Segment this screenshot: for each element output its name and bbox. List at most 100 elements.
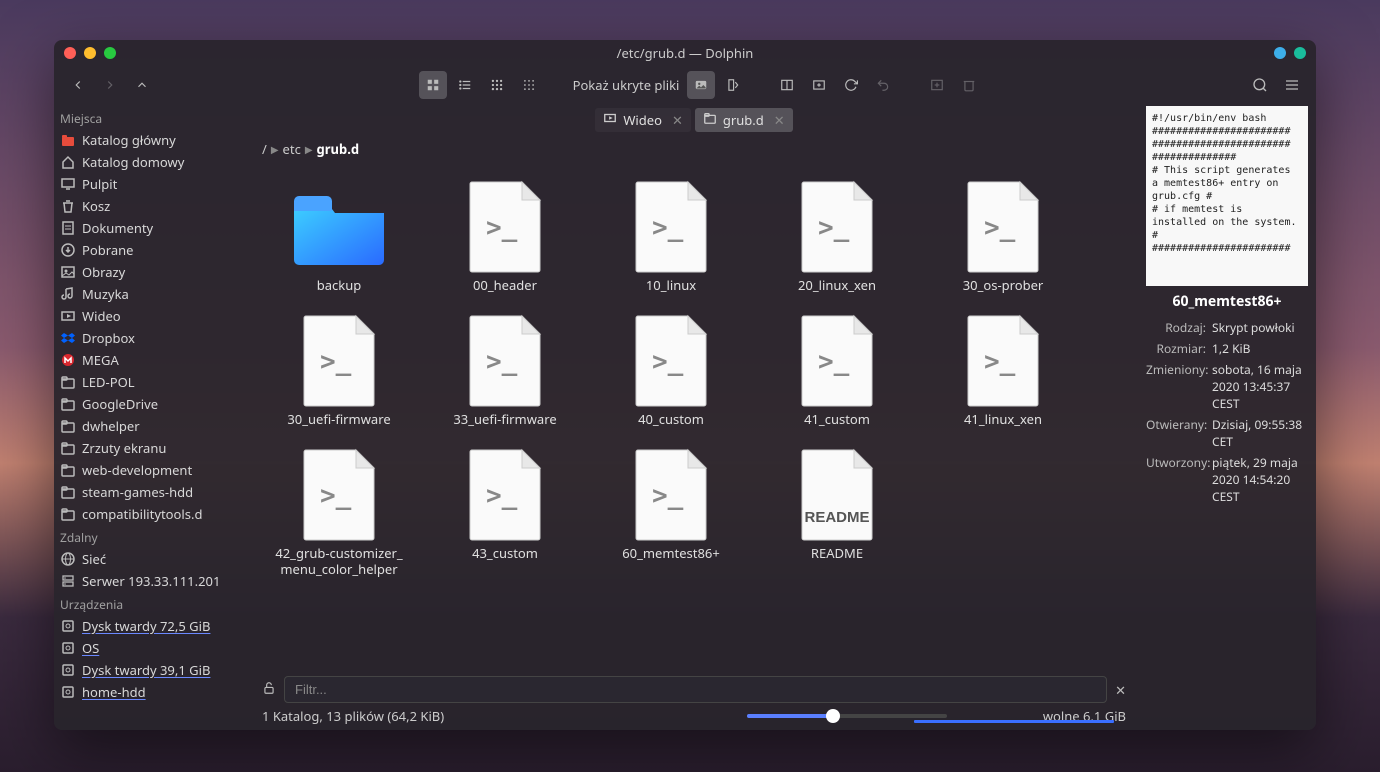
disk-icon [60,662,76,678]
sidebar-item[interactable]: Sieć [54,548,250,570]
file-item[interactable]: backup [256,180,422,314]
sidebar-item[interactable]: Zrzuty ekranu [54,437,250,459]
delete-button[interactable] [955,71,983,99]
compact-view-button[interactable] [483,71,511,99]
icon-view-button[interactable] [419,71,447,99]
clear-filter-button[interactable]: ✕ [1115,681,1126,699]
refresh-button[interactable] [837,71,865,99]
file-grid: backup >_00_header>_10_linux>_20_linux_xe… [250,162,1138,672]
sidebar-item-label: MEGA [82,351,119,369]
sidebar-item[interactable]: GoogleDrive [54,393,250,415]
sidebar-item-label: Katalog domowy [82,153,184,171]
svg-text:>_: >_ [818,213,850,243]
menu-button[interactable] [1278,71,1306,99]
new-folder-button[interactable] [923,71,951,99]
file-name-label: backup [317,278,362,314]
sidebar-item[interactable]: Wideo [54,305,250,327]
info-value: Dzisiaj, 09:55:38 CET [1212,416,1308,450]
sidebar-item[interactable]: Pulpit [54,173,250,195]
file-name-label: README [811,546,863,582]
sidebar-item[interactable]: Muzyka [54,283,250,305]
sidebar-item[interactable]: Pobrane [54,239,250,261]
file-name-label: 42_grub-customizer_ menu_color_helper [256,546,422,582]
file-item[interactable]: >_20_linux_xen [754,180,920,314]
info-value: Skrypt powłoki [1212,319,1295,336]
sidebar-item[interactable]: LED-POL [54,371,250,393]
list-view-button[interactable] [451,71,479,99]
file-item[interactable]: >_30_os-prober [920,180,1086,314]
details-view-button[interactable] [515,71,543,99]
sidebar-item[interactable]: home-hdd [54,681,250,703]
up-button[interactable] [128,71,156,99]
sidebar-group-header: Zdalny [54,525,250,548]
back-button[interactable] [64,71,92,99]
folder-icon [60,418,76,434]
preview-toggle-button[interactable] [687,71,715,99]
lock-icon[interactable] [262,681,276,699]
file-item[interactable]: >_00_header [422,180,588,314]
file-item[interactable]: >_41_custom [754,314,920,448]
dropbox-icon [60,330,76,346]
sidebar-item-label: dwhelper [82,417,140,435]
info-row: Otwierany:Dzisiaj, 09:55:38 CET [1146,414,1308,452]
tab-close-icon[interactable]: ✕ [672,111,683,129]
file-item[interactable]: >_33_uefi-firmware [422,314,588,448]
sidebar-item[interactable]: Katalog główny [54,129,250,151]
svg-text:>_: >_ [652,481,684,511]
tab[interactable]: grub.d✕ [695,108,793,132]
sidebar-item[interactable]: Katalog domowy [54,151,250,173]
sidebar-item[interactable]: steam-games-hdd [54,481,250,503]
file-name-label: 41_linux_xen [964,412,1042,448]
filter-input[interactable] [284,676,1107,703]
search-button[interactable] [1246,71,1274,99]
sidebar-item[interactable]: Dropbox [54,327,250,349]
info-key: Zmieniony: [1146,361,1212,412]
file-item[interactable]: >_60_memtest86+ [588,448,754,582]
file-item[interactable]: READMEREADME [754,448,920,582]
sidebar-item-label: Dysk twardy 72,5 GiB [82,617,210,635]
tab-close-icon[interactable]: ✕ [774,111,785,129]
sidebar-group-header: Miejsca [54,106,250,129]
sidebar-item-label: Sieć [82,550,106,568]
forward-button[interactable] [96,71,124,99]
file-item[interactable]: >_43_custom [422,448,588,582]
undo-button[interactable] [869,71,897,99]
file-item[interactable]: >_41_linux_xen [920,314,1086,448]
sidebar-item[interactable]: Dysk twardy 72,5 GiB [54,615,250,637]
panel-button[interactable] [773,71,801,99]
breadcrumb-segment[interactable]: etc [283,140,301,158]
folder-icon [60,506,76,522]
sidebar-item[interactable]: Obrazy [54,261,250,283]
sidebar-item[interactable]: Serwer 193.33.111.201 [54,570,250,592]
svg-text:>_: >_ [486,481,518,511]
sidebar-item[interactable]: OS [54,637,250,659]
file-item[interactable]: >_10_linux [588,180,754,314]
file-item[interactable]: >_30_uefi-firmware [256,314,422,448]
pictures-icon [60,264,76,280]
breadcrumb-segment[interactable]: / [262,140,267,158]
split-button[interactable] [719,71,747,99]
network-icon [60,551,76,567]
sidebar-item[interactable]: web-development [54,459,250,481]
sidebar-item[interactable]: Dokumenty [54,217,250,239]
disk-icon [60,618,76,634]
tab[interactable]: Wideo✕ [595,108,691,132]
sidebar-item[interactable]: compatibilitytools.d [54,503,250,525]
new-tab-button[interactable] [805,71,833,99]
file-item[interactable]: >_40_custom [588,314,754,448]
tab-bar: Wideo✕grub.d✕ [250,104,1138,136]
info-row: Zmieniony:sobota, 16 maja 2020 13:45:37 … [1146,359,1308,414]
sidebar-item-label: web-development [82,461,192,479]
sidebar-item-label: OS [82,639,99,657]
sidebar-item[interactable]: Kosz [54,195,250,217]
sidebar-item[interactable]: MEGA [54,349,250,371]
breadcrumb[interactable]: /▶etc▶grub.d [250,136,1138,162]
download-icon [60,242,76,258]
zoom-slider[interactable] [747,714,947,718]
sidebar-item[interactable]: dwhelper [54,415,250,437]
status-text: 1 Katalog, 13 plików (64,2 KiB) [262,707,444,725]
sidebar-item[interactable]: Dysk twardy 39,1 GiB [54,659,250,681]
show-hidden-label[interactable]: Pokaż ukryte pliki [569,76,684,94]
file-item[interactable]: >_42_grub-customizer_ menu_color_helper [256,448,422,582]
breadcrumb-segment[interactable]: grub.d [317,140,360,158]
